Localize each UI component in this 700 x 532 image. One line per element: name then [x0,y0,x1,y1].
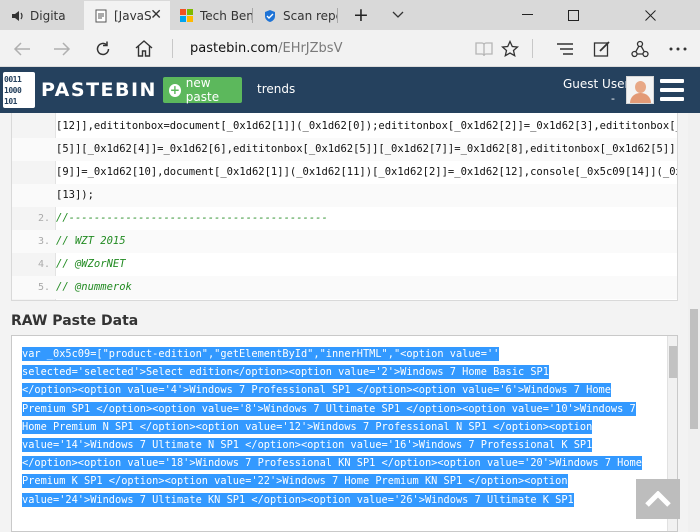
avatar-body [630,93,651,103]
tab-separator [337,8,338,23]
page-scrollbar[interactable] [688,113,700,532]
raw-text-line: var _0x5c09=["product-edition","getEleme… [22,345,500,363]
code-line: 6. //------------------------------------… [12,299,677,300]
raw-paste-title: RAW Paste Data [11,313,139,329]
plus-icon: + [169,82,181,97]
raw-text-line: value='24'>Windows 7 Ultimate KN SP1 </o… [22,491,574,509]
back-arrow-icon[interactable] [4,30,40,67]
close-window-icon[interactable] [600,0,700,30]
scroll-to-top-button[interactable] [636,479,680,519]
code-line: 4. // @WZorNET [12,253,677,276]
browser-tab-strip: Digita [JavaS ✕ Tech Benc Scan repc + [0,0,700,30]
address-separator [172,39,173,58]
tab-list-chevron-icon[interactable] [380,0,416,30]
address-bar: pastebin.com/EHrJZbsV [0,30,700,67]
selected-text: Premium SP1 </option><option value='8'>W… [22,401,636,416]
line-number: 6. [12,299,50,300]
forward-arrow-icon[interactable] [44,30,80,67]
code-line: [13]); [12,184,677,207]
code-line: 5. // @nummerok [12,276,677,299]
code-text: [9]]=_0x1d62[10],document[_0x1d62[1]](_0… [56,166,678,178]
logo-bits-row: 1000 [4,86,22,95]
hub-icon[interactable] [547,30,583,67]
raw-text-line: value='14'>Windows 7 Ultimate N SP1 </op… [22,436,593,454]
selected-text: </option><option value='4'>Windows 7 Pro… [22,383,611,398]
selected-text: Premium K SP1 </option><option value='22… [22,474,568,489]
code-line: 2. //------------------------------------… [12,207,677,230]
refresh-icon[interactable] [85,30,121,67]
code-comment: // @nummerok [56,281,132,293]
selected-text: value='14'>Windows 7 Ultimate N SP1 </op… [22,438,593,452]
raw-text-line: </option><option value='18'>Windows 7 Pr… [22,454,642,472]
tab-label: Scan repc [283,8,337,23]
address-separator [532,39,533,58]
selected-text: value='24'>Windows 7 Ultimate KN SP1 </o… [22,492,574,507]
close-tab-icon[interactable]: ✕ [150,7,162,23]
guest-user-label[interactable]: Guest User [563,77,629,91]
avatar-head [635,81,646,93]
selected-text: </option><option value='18'>Windows 7 Pr… [22,456,642,471]
trends-link[interactable]: trends [257,82,295,96]
tab-javascript[interactable]: [JavaS ✕ [84,1,170,30]
line-number: 5. [37,282,50,293]
web-note-icon[interactable] [584,30,620,67]
code-comment: //--------------------------------------… [56,212,328,224]
line-number: 3. [37,236,50,247]
code-page-icon [94,9,108,23]
pastebin-logo-text[interactable]: PASTEBIN [41,79,157,101]
code-viewer: [12]],edititonbox=document[_0x1d62[1]](_… [11,113,678,301]
avatar[interactable] [626,76,654,104]
more-options-icon[interactable] [660,30,696,67]
url-field[interactable]: pastebin.com/EHrJZbsV [190,30,342,67]
colorful-grid-icon [180,8,194,23]
code-line: [5]][_0x1d62[4]]=_0x1d62[6],edititonbox[… [12,138,678,161]
raw-text-line: Premium SP1 </option><option value='8'>W… [22,400,636,418]
raw-text-line: Home Premium N SP1 </option><option valu… [22,418,593,436]
code-text: [13]); [56,189,94,201]
code-line: [12]],edititonbox=document[_0x1d62[1]](_… [12,115,678,138]
url-path: /EHrJZbsV [278,41,343,56]
code-line: [9]]=_0x1d62[10],document[_0x1d62[1]](_0… [12,161,678,184]
favorite-star-icon[interactable] [492,30,528,67]
code-comment: // WZT 2015 [56,235,126,247]
code-line: 3. // WZT 2015 [12,230,677,253]
tab-scan-report[interactable]: Scan repc [253,1,337,30]
logo-bits-row: 101 [4,97,17,106]
maximize-window-icon[interactable] [550,0,596,30]
chevron-up-icon [645,491,671,507]
selected-text: Home Premium N SP1 </option><option valu… [22,419,593,434]
tab-label: [JavaS [114,8,152,23]
pastebin-logo-icon[interactable]: 0011 1000 101 [3,72,35,108]
url-host: pastebin.com [190,41,279,56]
code-text: [5]][_0x1d62[4]]=_0x1d62[6],edititonbox[… [56,143,678,155]
page-scrollbar-thumb[interactable] [690,309,698,429]
code-text: [12]],edititonbox=document[_0x1d62[1]](_… [56,120,678,132]
home-icon[interactable] [126,30,162,67]
tab-label: Digita [30,8,66,23]
line-number: 2. [37,213,50,224]
blue-shield-icon [263,9,277,23]
logo-bits-row: 0011 [4,75,22,84]
tab-tech-bench[interactable]: Tech Benc [170,1,252,30]
new-paste-label: new paste [185,76,220,104]
selected-text: var _0x5c09=["product-edition","getEleme… [22,347,500,361]
line-number: 4. [37,259,50,270]
tab-label: Tech Benc [200,8,252,23]
raw-paste-textarea[interactable]: var _0x5c09=["product-edition","getEleme… [11,335,678,532]
tab-digital[interactable]: Digita [0,1,84,30]
share-icon[interactable] [622,30,658,67]
speaker-icon [10,9,24,23]
selected-text: selected='selected'>Select edition</opti… [22,365,549,380]
hamburger-menu-icon[interactable] [660,79,684,101]
user-sublabel: - [611,92,615,105]
raw-text-line: selected='selected'>Select edition</opti… [22,363,549,381]
raw-text-line: </option><option value='4'>Windows 7 Pro… [22,381,611,399]
new-paste-button[interactable]: + new paste [163,76,242,104]
raw-text-line: Premium K SP1 </option><option value='22… [22,472,568,490]
new-tab-button[interactable]: + [343,0,379,30]
code-comment: // @WZorNET [56,258,126,270]
code-comment: //--------------------------------------… [56,299,328,300]
raw-scrollbar-thumb[interactable] [669,346,677,378]
minimize-window-icon[interactable] [504,0,550,30]
